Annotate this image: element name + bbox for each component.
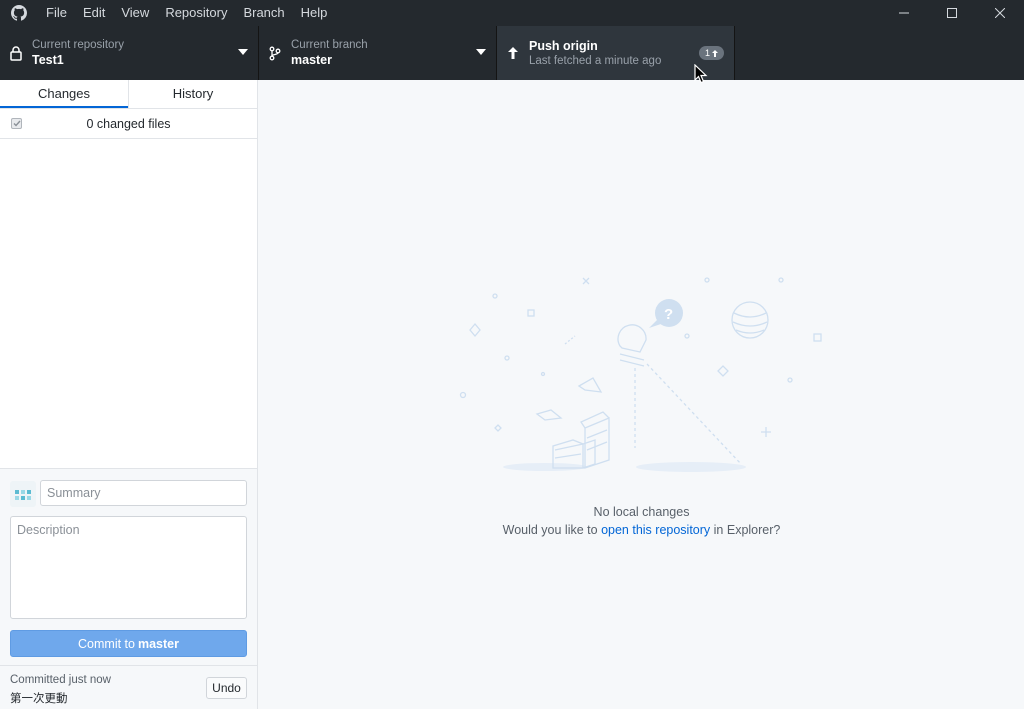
maximize-button[interactable] xyxy=(928,0,976,26)
undo-button[interactable]: Undo xyxy=(206,677,247,699)
lock-icon xyxy=(0,45,32,61)
close-button[interactable] xyxy=(976,0,1024,26)
github-logo-icon xyxy=(0,0,38,26)
minimize-button[interactable] xyxy=(880,0,928,26)
empty-state-title: No local changes xyxy=(593,505,690,519)
chevron-down-icon xyxy=(238,49,248,55)
menu-branch[interactable]: Branch xyxy=(235,0,292,26)
arrow-up-icon xyxy=(497,47,529,59)
changed-files-count: 0 changed files xyxy=(86,116,171,131)
push-label: Push origin xyxy=(529,39,598,53)
commit-form: Commit to master xyxy=(0,468,257,665)
menu-help[interactable]: Help xyxy=(293,0,336,26)
changed-files-list xyxy=(0,139,257,468)
commit-button[interactable]: Commit to master xyxy=(10,630,247,657)
empty-state-prefix: Would you like to xyxy=(502,523,598,537)
menu-view[interactable]: View xyxy=(113,0,157,26)
commit-label: Commit to xyxy=(78,636,135,651)
changed-files-header: 0 changed files xyxy=(0,109,257,139)
menu-file[interactable]: File xyxy=(38,0,75,26)
title-bar: File Edit View Repository Branch Help xyxy=(0,0,1024,26)
branch-info: Current branch master xyxy=(291,38,368,68)
menu-repository[interactable]: Repository xyxy=(157,0,235,26)
current-repository-dropdown[interactable]: Current repository Test1 xyxy=(0,26,259,80)
repository-name: Test1 xyxy=(32,53,64,67)
empty-state-suffix: in Explorer? xyxy=(713,523,781,537)
tab-changes[interactable]: Changes xyxy=(0,80,128,108)
last-commit-panel: Committed just now 第一次更動 Undo xyxy=(0,665,257,709)
empty-state-subtitle: Would you like to open this repository i… xyxy=(259,523,1024,537)
description-input[interactable] xyxy=(10,516,247,619)
tab-history[interactable]: History xyxy=(128,80,257,108)
summary-input[interactable] xyxy=(40,480,247,506)
push-count: 1 xyxy=(705,48,711,58)
svg-text:?: ? xyxy=(664,306,673,323)
last-commit-status: Committed just now xyxy=(10,674,111,686)
minimize-icon xyxy=(899,12,909,14)
mouse-cursor-icon xyxy=(694,64,708,84)
current-branch-dropdown[interactable]: Current branch master xyxy=(259,26,497,80)
last-commit-message: 第一次更動 xyxy=(10,693,68,705)
repository-info: Current repository Test1 xyxy=(32,38,124,68)
push-count-badge: 1 xyxy=(699,46,725,60)
sidebar-tabs: Changes History xyxy=(0,80,257,109)
avatar xyxy=(10,481,36,507)
checkmark-icon xyxy=(13,120,21,127)
window-controls xyxy=(880,0,1024,26)
commit-branch: master xyxy=(137,636,179,651)
chevron-down-icon xyxy=(476,49,486,55)
arrow-up-small-icon xyxy=(712,49,719,57)
last-fetched-text: Last fetched a minute ago xyxy=(529,55,662,67)
maximize-icon xyxy=(947,8,957,18)
branch-name: master xyxy=(291,53,332,67)
branch-icon xyxy=(259,46,291,61)
menu-edit[interactable]: Edit xyxy=(75,0,113,26)
push-info: Push origin Last fetched a minute ago xyxy=(529,38,661,68)
close-icon xyxy=(995,8,1005,18)
no-changes-illustration: ? xyxy=(459,277,822,472)
select-all-checkbox[interactable] xyxy=(11,118,22,129)
repository-label: Current repository xyxy=(32,39,125,51)
toolbar: Current repository Test1 Current branch … xyxy=(0,26,1024,80)
main-panel: ? No local changes Would you like to ope… xyxy=(259,80,1024,709)
sidebar: Changes History 0 changed files Commit t… xyxy=(0,80,258,709)
open-repository-link[interactable]: open this repository xyxy=(601,523,710,537)
branch-label: Current branch xyxy=(291,39,368,51)
